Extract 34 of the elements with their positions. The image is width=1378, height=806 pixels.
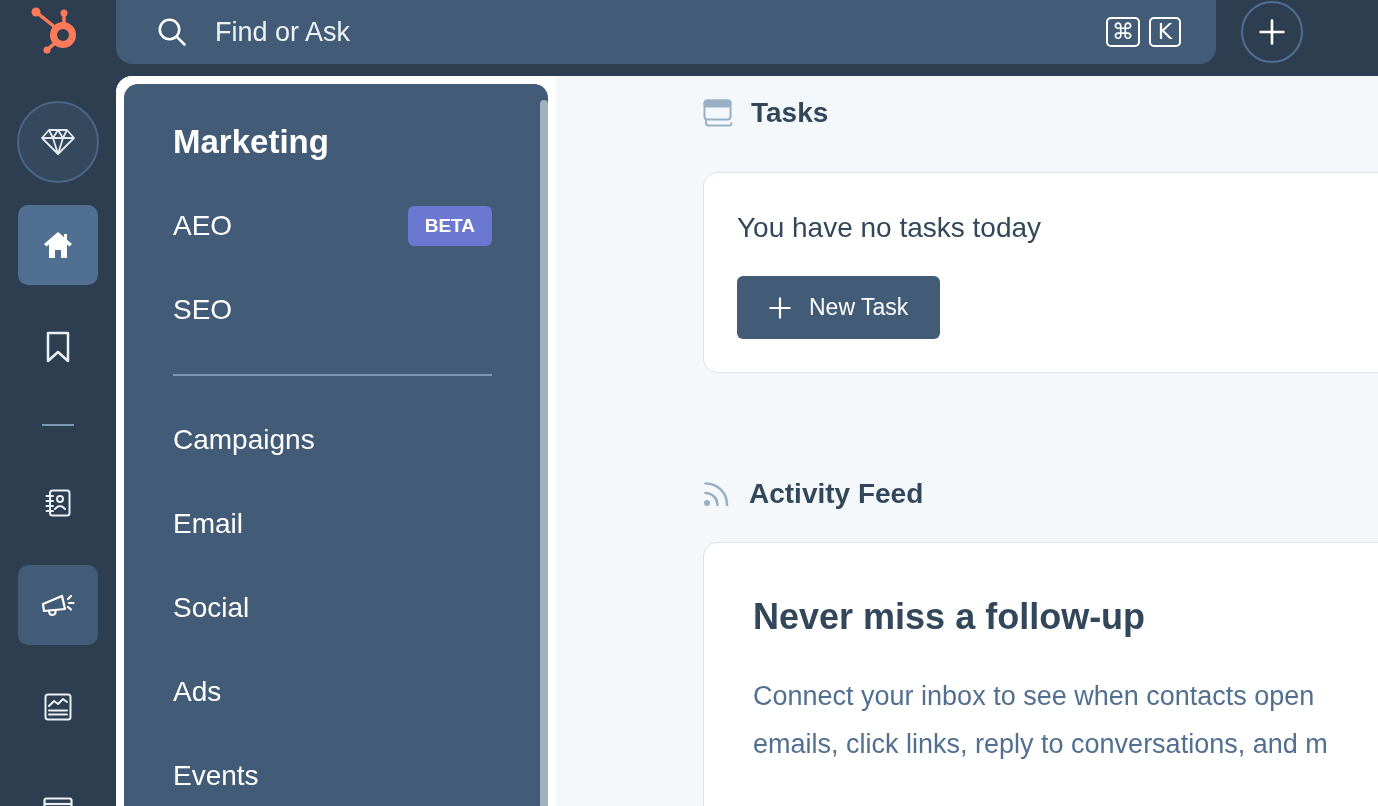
search-icon <box>158 18 186 46</box>
search-field[interactable]: Find or Ask ⌘ K <box>116 0 1216 64</box>
menu-item[interactable]: Events <box>173 756 492 796</box>
plus-icon <box>1259 19 1285 45</box>
bookmark-icon <box>46 331 70 363</box>
menu-item[interactable]: AEO BETA <box>173 206 492 246</box>
report-icon <box>44 693 72 721</box>
menu-item[interactable]: Social <box>173 588 492 628</box>
diamond-icon <box>41 129 75 155</box>
menu-item[interactable]: Email <box>173 504 492 544</box>
menu-item[interactable]: Ads <box>173 672 492 712</box>
scrollbar[interactable] <box>540 100 548 806</box>
search-input[interactable]: Find or Ask <box>215 12 1077 52</box>
menu-title: Marketing <box>173 122 329 162</box>
contacts-book-icon <box>45 489 71 517</box>
sprocket-icon <box>31 7 77 54</box>
feed-icon <box>703 481 731 507</box>
card-heading: Never miss a follow-up <box>753 595 1146 639</box>
new-task-button[interactable]: New Task <box>737 276 941 339</box>
home-icon <box>43 231 73 259</box>
plus-icon <box>769 296 791 319</box>
megaphone-icon <box>41 593 75 617</box>
nav-button[interactable] <box>18 565 98 645</box>
menu-item[interactable]: SEO <box>173 290 492 330</box>
menu-item[interactable]: Campaigns <box>173 420 492 460</box>
key-cap: ⌘ <box>1106 17 1140 47</box>
key-cap: K <box>1149 17 1181 47</box>
status-badge: BETA <box>407 206 492 246</box>
empty-message: You have no tasks today <box>737 211 1042 245</box>
card-text: Connect your inbox to see when contacts open emails, click links, reply to conversations, and m <box>753 680 1328 761</box>
stacked-cards-icon <box>703 99 733 127</box>
section-title: Activity Feed <box>749 478 924 510</box>
section-title: Tasks <box>751 97 829 129</box>
nav-button[interactable] <box>18 205 98 285</box>
